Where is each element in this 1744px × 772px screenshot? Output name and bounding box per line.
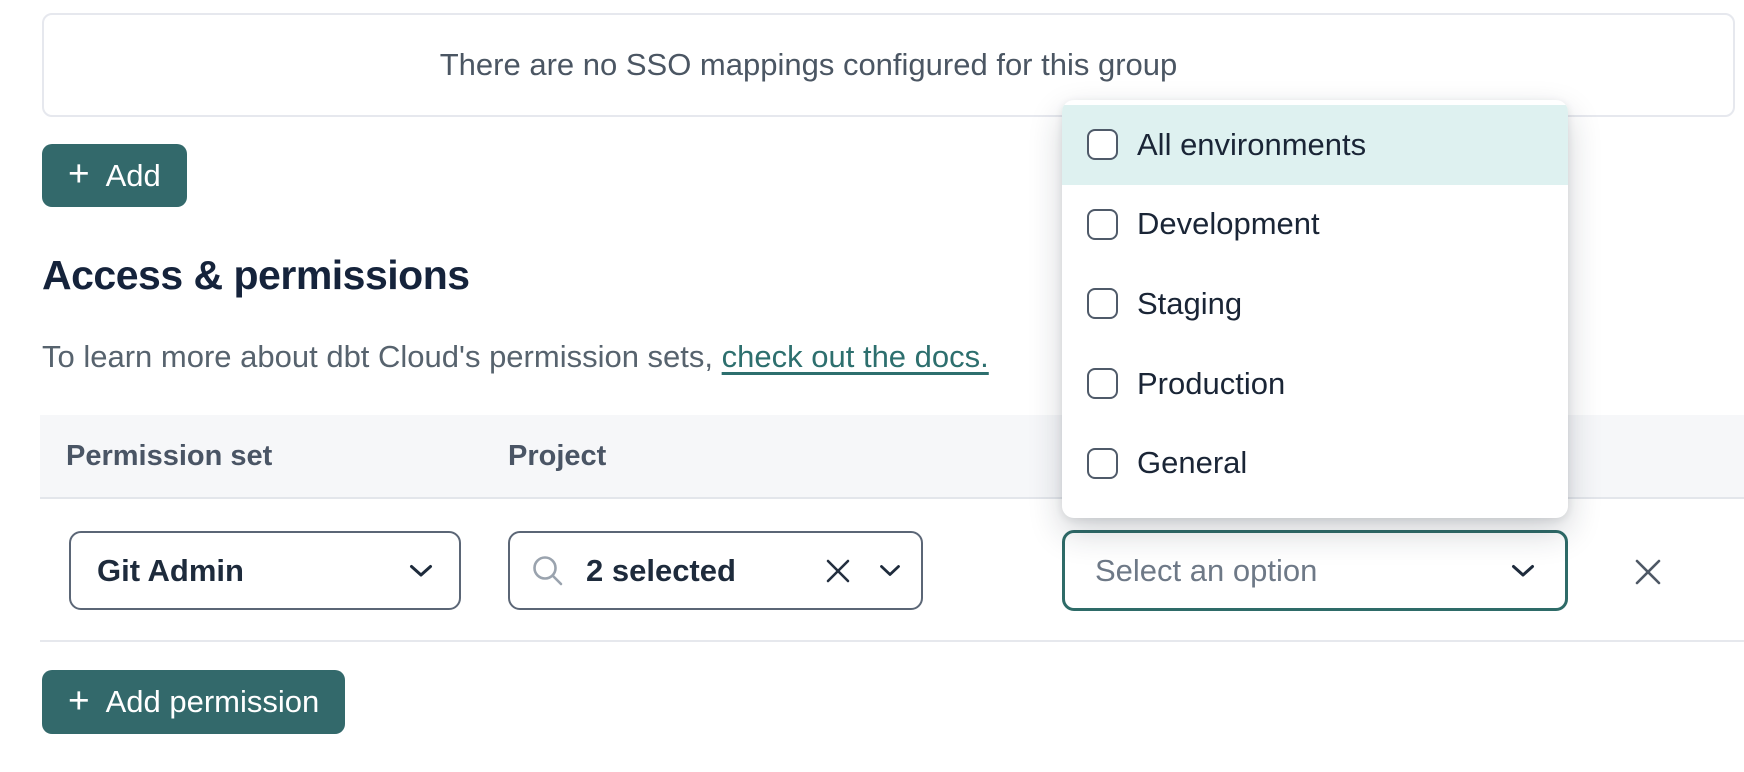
plus-icon: +: [68, 155, 90, 192]
permission-set-select[interactable]: Git Admin: [69, 531, 461, 610]
project-multiselect[interactable]: 2 selected: [508, 531, 923, 610]
dropdown-option-production[interactable]: Production: [1062, 344, 1568, 424]
plus-icon: +: [68, 682, 90, 719]
add-sso-mapping-button[interactable]: + Add: [42, 144, 187, 207]
checkbox-unchecked-icon[interactable]: [1087, 209, 1118, 240]
add-button-label: Add: [106, 158, 161, 194]
permission-set-value: Git Admin: [97, 553, 244, 589]
dropdown-option-all-environments[interactable]: All environments: [1062, 105, 1568, 185]
chevron-down-icon[interactable]: [879, 564, 901, 577]
option-label: Development: [1137, 206, 1320, 242]
section-description: To learn more about dbt Cloud's permissi…: [42, 339, 989, 375]
sso-mappings-empty-message: There are no SSO mappings configured for…: [440, 47, 1178, 83]
environment-placeholder: Select an option: [1095, 553, 1317, 589]
environment-dropdown-menu: All environments Development Staging Pro…: [1062, 100, 1568, 518]
option-label: General: [1137, 445, 1247, 481]
dropdown-option-staging[interactable]: Staging: [1062, 264, 1568, 344]
docs-link[interactable]: check out the docs.: [722, 339, 989, 374]
add-permission-button[interactable]: + Add permission: [42, 670, 345, 734]
description-text: To learn more about dbt Cloud's permissi…: [42, 339, 713, 374]
checkbox-unchecked-icon[interactable]: [1087, 288, 1118, 319]
column-header-permission-set: Permission set: [66, 415, 272, 497]
row-divider: [40, 640, 1744, 642]
checkbox-unchecked-icon[interactable]: [1087, 129, 1118, 160]
option-label: Staging: [1137, 286, 1242, 322]
add-permission-button-label: Add permission: [106, 684, 320, 720]
page-title: Access & permissions: [42, 252, 470, 299]
checkbox-unchecked-icon[interactable]: [1087, 368, 1118, 399]
remove-row-x-icon: [1631, 555, 1665, 589]
search-icon: [530, 553, 566, 589]
dropdown-option-development[interactable]: Development: [1062, 185, 1568, 265]
option-label: All environments: [1137, 127, 1366, 163]
option-label: Production: [1137, 366, 1285, 402]
chevron-down-icon[interactable]: [409, 564, 433, 578]
checkbox-unchecked-icon[interactable]: [1087, 448, 1118, 479]
dropdown-option-general[interactable]: General: [1062, 423, 1568, 503]
chevron-down-icon[interactable]: [1511, 564, 1535, 578]
group-settings-page: There are no SSO mappings configured for…: [0, 0, 1744, 772]
remove-row-button[interactable]: [1629, 553, 1667, 591]
column-header-project: Project: [508, 415, 606, 497]
environment-select[interactable]: Select an option: [1062, 530, 1568, 611]
clear-selection-icon[interactable]: [823, 556, 853, 586]
project-selected-count: 2 selected: [586, 553, 736, 589]
